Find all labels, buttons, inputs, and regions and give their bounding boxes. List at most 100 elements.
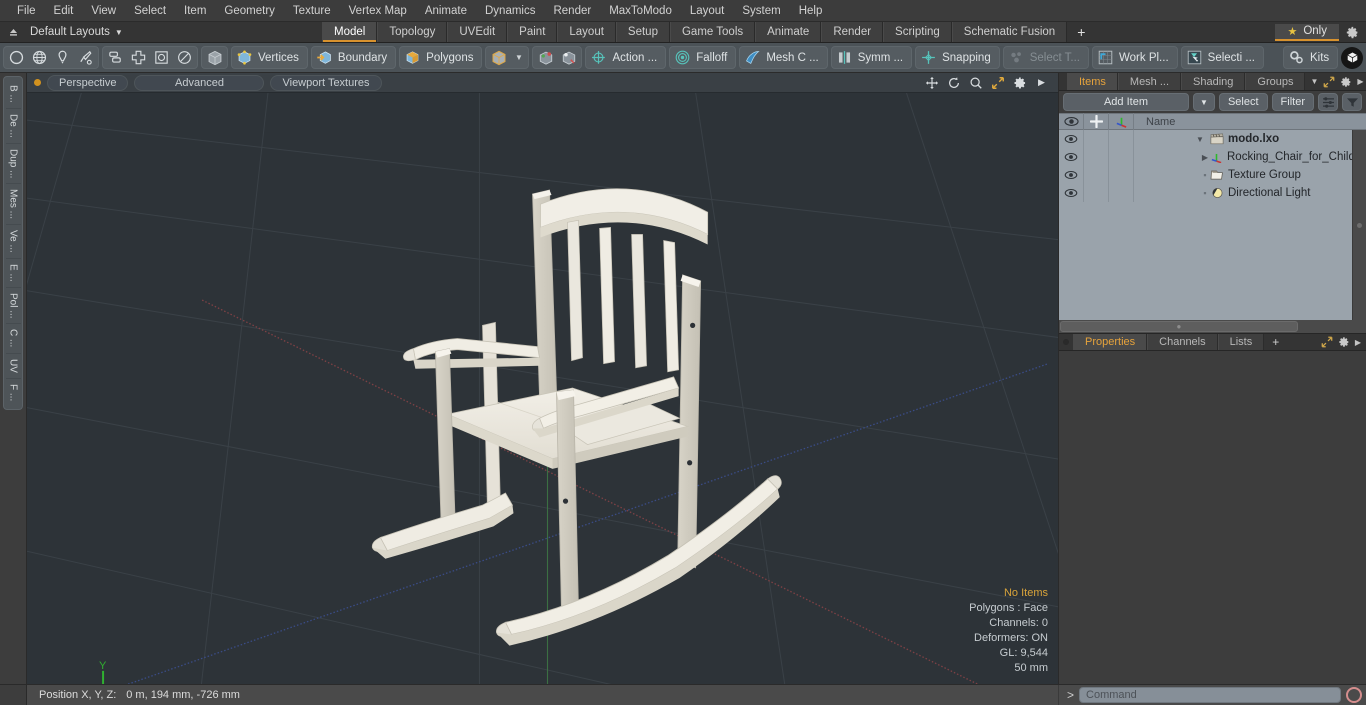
layout-tab-animate[interactable]: Animate [755,22,822,42]
layout-tab-paint[interactable]: Paint [507,22,558,42]
snapping-button[interactable]: Snapping [915,46,1000,69]
row-lock-cell[interactable] [1084,130,1109,148]
zoom-icon[interactable] [968,75,983,90]
left-tab-polygon[interactable]: Pol ... [5,288,21,325]
list-item[interactable]: ▪ Directional Light [1134,187,1366,199]
add-item-button[interactable]: Add Item [1063,93,1189,111]
panel-tab-channels[interactable]: Channels [1147,334,1218,350]
expand-icon[interactable] [1321,336,1333,348]
left-tab-mesh[interactable]: Mes ... [5,184,21,226]
only-toggle-button[interactable]: ★ Only [1275,23,1339,41]
modo-badge-icon[interactable] [1341,46,1364,69]
layout-tab-model[interactable]: Model [322,22,378,42]
crosshair-select-icon[interactable] [127,47,150,68]
polygons-button[interactable]: Polygons [399,46,483,69]
viewport-view-dropdown[interactable]: Perspective [47,74,129,91]
command-input[interactable] [1079,687,1341,703]
left-tab-curve[interactable]: C ... [5,324,21,354]
falloff-button[interactable]: Falloff [669,46,737,69]
menu-item-dynamics[interactable]: Dynamics [476,3,544,19]
cube-icon[interactable] [203,47,226,68]
panel-tab-lists[interactable]: Lists [1217,334,1265,350]
layout-tab-layout[interactable]: Layout [557,22,616,42]
viewport-textures-dropdown[interactable]: Viewport Textures [270,74,382,91]
chevron-right-icon[interactable]: ▶ [1355,338,1361,347]
items-list[interactable]: ▼ modo.lxo ▶ Rocking_Chair_for_Children_… [1059,130,1366,320]
panel-tab-groups[interactable]: Groups [1245,73,1306,90]
eye-icon[interactable] [1059,113,1084,130]
mode-cube-dropdown-caret[interactable]: ▼ [510,47,527,68]
row-lock-cell[interactable] [1084,148,1109,166]
maximize-icon[interactable] [990,75,1005,90]
select-button[interactable]: Select [1218,93,1268,111]
expand-icon[interactable] [1323,76,1335,88]
vertices-button[interactable]: Vertices [231,46,308,69]
symmetry-button[interactable]: Symm ... [830,46,913,69]
menu-item-layout[interactable]: Layout [681,3,734,19]
rotate-icon[interactable] [946,75,961,90]
add-item-dropdown-caret[interactable]: ▼ [1192,93,1215,111]
row-lock-cell[interactable] [1084,166,1109,184]
chevron-down-icon[interactable]: ▼ [1310,77,1318,86]
gear-icon[interactable] [1342,23,1362,42]
chevron-right-icon[interactable]: ▶ [1034,75,1049,90]
list-item[interactable]: ▪ Texture Group [1134,169,1366,181]
3d-viewport[interactable]: X Y Z No Items Polygons : Face Channels:… [27,93,1058,684]
panel-tab-shading[interactable]: Shading [1181,73,1246,90]
row-axis-cell[interactable] [1109,148,1134,166]
lasso-pen-icon[interactable] [51,47,74,68]
layout-tab-schematic-fusion[interactable]: Schematic Fusion [951,22,1068,42]
gear-icon[interactable] [1338,336,1350,348]
twisty-expanded-icon[interactable]: ▼ [1194,135,1206,144]
filter-button[interactable]: Filter [1271,93,1314,111]
boundary-button[interactable]: Boundary [310,46,397,69]
panel-tab-properties[interactable]: Properties [1073,334,1148,350]
panel-tab-items[interactable]: Items [1067,73,1118,90]
menu-item-view[interactable]: View [82,3,125,19]
list-toggle-icon[interactable] [1318,93,1338,111]
items-list-vertical-scrollbar[interactable] [1352,130,1366,320]
mesh-constraint-button[interactable]: Mesh C ... [739,46,828,69]
menu-item-animate[interactable]: Animate [416,3,476,19]
funnel-icon[interactable] [1342,93,1362,111]
stack-select-icon[interactable] [104,47,127,68]
menu-item-file[interactable]: File [8,3,45,19]
menu-item-texture[interactable]: Texture [284,3,340,19]
add-layout-tab-button[interactable]: + [1067,22,1096,42]
row-eye-icon[interactable] [1059,184,1084,202]
left-tab-edge[interactable]: E ... [5,259,21,288]
plus-move-icon[interactable] [1084,113,1109,130]
table-row[interactable]: ▼ modo.lxo [1059,130,1366,148]
snap-element-icon[interactable] [557,47,580,68]
left-tab-uv[interactable]: UV [5,354,21,379]
menu-item-vertex-map[interactable]: Vertex Map [340,3,416,19]
left-tab-vertex[interactable]: Ve ... [5,225,21,259]
layout-tab-render[interactable]: Render [821,22,884,42]
globe-icon[interactable] [28,47,51,68]
viewport-shading-dropdown[interactable]: Advanced [134,74,265,91]
menu-item-maxtomodo[interactable]: MaxToModo [600,3,681,19]
layout-tab-scripting[interactable]: Scripting [883,22,952,42]
twisty-collapsed-icon[interactable]: ▶ [1194,153,1208,162]
row-axis-cell[interactable] [1109,166,1134,184]
move-icon[interactable] [924,75,939,90]
left-tab-duplicate[interactable]: Dup ... [5,144,21,185]
box-select-icon[interactable] [150,47,173,68]
layout-tab-topology[interactable]: Topology [377,22,448,42]
kits-button[interactable]: Kits [1282,46,1339,69]
table-row[interactable]: ▶ Rocking_Chair_for_Children_ ... [1059,148,1366,166]
layout-tab-game-tools[interactable]: Game Tools [669,22,756,42]
list-item[interactable]: ▼ modo.lxo [1134,133,1366,145]
collapse-arrow-icon[interactable] [4,23,22,41]
add-properties-tab-button[interactable]: + [1264,334,1287,350]
default-layouts-dropdown[interactable]: Default Layouts ▼ [22,26,131,38]
layout-tab-uvedit[interactable]: UVEdit [447,22,508,42]
layout-tab-setup[interactable]: Setup [615,22,670,42]
menu-item-item[interactable]: Item [175,3,215,19]
action-center-button[interactable]: Action ... [585,46,667,69]
circle-icon[interactable] [5,47,28,68]
panel-tab-mesh[interactable]: Mesh ... [1117,73,1182,90]
row-eye-icon[interactable] [1059,130,1084,148]
row-eye-icon[interactable] [1059,166,1084,184]
select-through-button[interactable]: Select T... [1002,46,1090,69]
